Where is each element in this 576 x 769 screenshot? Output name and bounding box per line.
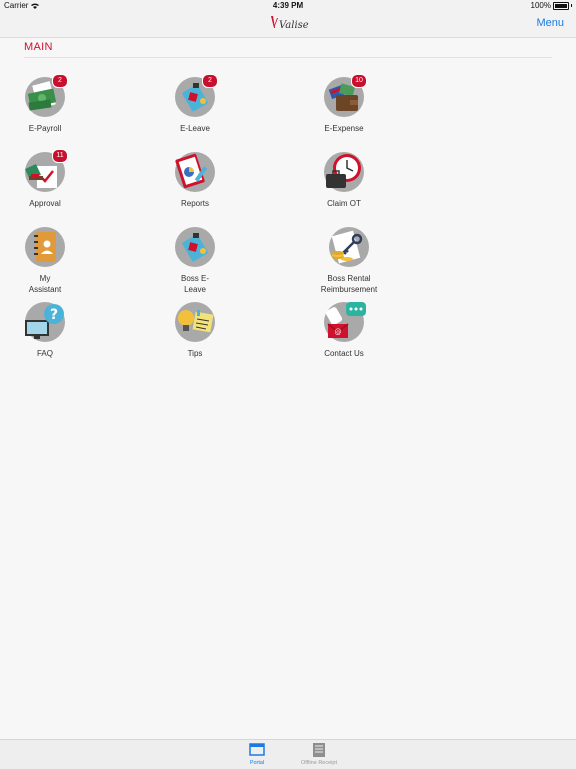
tile-label: FAQ	[36, 349, 53, 358]
tab-portal[interactable]: Portal	[232, 742, 282, 766]
tile-label: My Assistant	[28, 274, 62, 294]
e-payroll-badge: 2	[52, 74, 68, 88]
tile-label: Reports	[180, 199, 209, 208]
section-divider	[24, 57, 552, 58]
tile-label: Approval	[29, 199, 61, 208]
boss-rental-reimbursement-icon	[329, 227, 369, 267]
contact-us-icon: @	[324, 302, 366, 342]
claim-ot-icon	[324, 152, 364, 192]
tile-reports[interactable]: Reports	[150, 152, 240, 209]
approval-badge: 11	[52, 149, 68, 163]
battery-icon	[553, 1, 569, 10]
battery-tip	[571, 4, 572, 7]
tile-claim-ot[interactable]: Claim OT	[299, 152, 389, 209]
tile-faq[interactable]: ? FAQ	[0, 302, 90, 359]
e-leave-icon: 2	[175, 74, 218, 117]
tile-my-assistant[interactable]: My Assistant	[0, 227, 90, 295]
tab-bar: Portal Offline Receipt	[0, 739, 576, 769]
tile-e-payroll[interactable]: 2 E-Payroll	[0, 74, 90, 134]
e-expense-icon: 10	[324, 74, 367, 117]
portal-icon	[249, 743, 265, 756]
tile-label: Contact Us	[324, 349, 364, 358]
tile-boss-rental-reimbursement[interactable]: Boss Rental Reimbursement	[304, 227, 394, 295]
tile-label: E-Expense	[324, 124, 364, 133]
tile-label: E-Leave	[180, 124, 210, 133]
tab-offline-receipt[interactable]: Offline Receipt	[294, 742, 344, 766]
e-leave-badge: 2	[202, 74, 218, 88]
logo-text: Valise	[279, 20, 309, 31]
faq-icon: ?	[25, 302, 65, 342]
tips-icon	[175, 302, 215, 342]
battery-info: 100%	[531, 1, 572, 10]
boss-e-leave-icon	[175, 227, 215, 267]
logo-mark-icon	[271, 16, 278, 28]
tile-label: E-Payroll	[28, 124, 62, 133]
tile-e-expense[interactable]: 10 E-Expense	[299, 74, 389, 134]
tile-label: Boss E-Leave	[180, 274, 209, 294]
tile-boss-e-leave[interactable]: Boss E-Leave	[150, 227, 240, 295]
approval-icon: 11	[25, 149, 68, 192]
tab-label: Portal	[249, 760, 265, 766]
tile-e-leave[interactable]: 2 E-Leave	[150, 74, 240, 134]
tab-label: Offline Receipt	[301, 760, 337, 766]
tile-tips[interactable]: Tips	[150, 302, 240, 359]
status-bar: Carrier 4:39 PM 100%	[0, 0, 576, 12]
svg-text:@: @	[335, 328, 342, 336]
battery-percent: 100%	[530, 1, 551, 10]
tile-label: Claim OT	[327, 199, 361, 208]
section-title: MAIN	[24, 41, 53, 53]
status-time: 4:39 PM	[272, 1, 304, 10]
reports-icon	[175, 152, 215, 192]
receipt-icon	[313, 743, 325, 757]
menu-button[interactable]: Menu	[536, 17, 564, 29]
my-assistant-icon	[25, 227, 65, 267]
e-expense-badge: 10	[351, 74, 367, 88]
tile-label: Tips	[187, 349, 203, 358]
app-logo: Valise	[270, 15, 310, 35]
e-payroll-icon: 2	[25, 74, 68, 117]
tile-approval[interactable]: 11 Approval	[0, 149, 90, 209]
tile-contact-us[interactable]: @ Contact Us	[299, 302, 389, 359]
nav-bar: Valise Menu	[0, 12, 576, 38]
svg-text:?: ?	[50, 307, 58, 323]
tile-label: Boss Rental Reimbursement	[320, 274, 378, 294]
